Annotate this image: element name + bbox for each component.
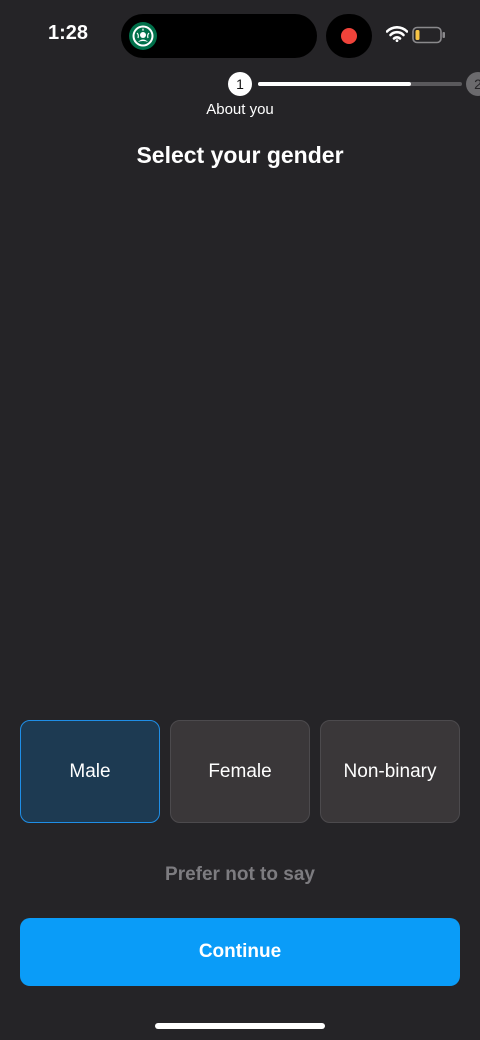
gender-option-label: Male	[69, 760, 111, 782]
recording-dot-icon	[341, 28, 357, 44]
step-label: About you	[206, 101, 274, 118]
progress-fill	[258, 82, 411, 86]
gender-option-male[interactable]: Male	[20, 720, 160, 823]
gender-option-female[interactable]: Female	[170, 720, 310, 823]
home-indicator	[155, 1023, 325, 1029]
dynamic-island	[121, 14, 317, 58]
recording-indicator	[326, 14, 372, 58]
status-time: 1:28	[48, 22, 89, 44]
progress-track	[258, 82, 462, 86]
continue-label: Continue	[198, 941, 282, 962]
gender-option-non-binary[interactable]: Non-binary	[320, 720, 460, 823]
gender-option-label: Female	[208, 760, 272, 782]
step-indicator-2: 2	[466, 72, 480, 96]
step-indicator-1: 1	[228, 72, 252, 96]
continue-button[interactable]: Continue	[20, 918, 460, 986]
prefer-not-to-say-link[interactable]: Prefer not to say	[0, 864, 480, 886]
gender-option-label: Non-binary	[343, 760, 437, 782]
battery-icon	[412, 26, 445, 44]
status-bar: 1:28	[0, 0, 480, 72]
page-title: Select your gender	[136, 142, 344, 168]
starbucks-logo-icon	[129, 22, 157, 50]
wifi-icon	[386, 26, 408, 42]
